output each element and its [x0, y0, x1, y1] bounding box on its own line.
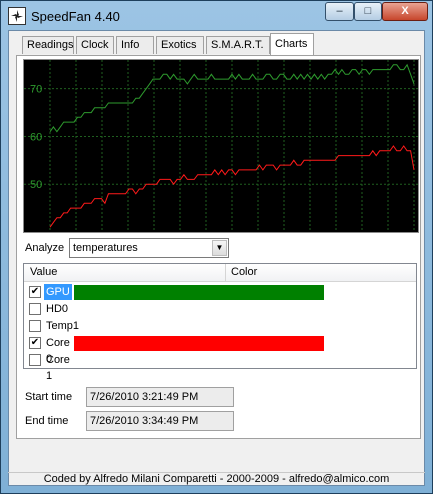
temperature-chart: 70 60 50	[23, 59, 419, 233]
core1-checkbox[interactable]	[29, 354, 41, 366]
core0-checkbox[interactable]: ✔	[29, 337, 41, 349]
close-button[interactable]: X	[382, 2, 428, 21]
tab-clock[interactable]: Clock	[76, 36, 114, 54]
list-header: Value Color	[24, 264, 416, 282]
list-item-label: Temp1	[44, 318, 81, 334]
core0-color-swatch[interactable]	[74, 336, 324, 351]
y-tick-label: 50	[30, 179, 42, 191]
tab-smart[interactable]: S.M.A.R.T.	[206, 36, 270, 54]
sensor-list[interactable]: Value Color ✔ GPU HD0 Temp1 ✔ Core 0 Cor…	[23, 263, 417, 369]
list-item-label: Core 0	[44, 335, 72, 351]
y-tick-label: 70	[30, 84, 42, 96]
series-line-core-0	[50, 146, 414, 227]
column-color-header[interactable]: Color	[231, 266, 257, 278]
tab-info[interactable]: Info	[116, 36, 154, 54]
tab-charts[interactable]: Charts	[270, 33, 314, 55]
chart-canvas: 70 60 50	[24, 60, 418, 232]
title-bar[interactable]: SpeedFan 4.40 – □ X	[1, 1, 432, 31]
list-item-label: HD0	[44, 301, 70, 317]
window-title: SpeedFan 4.40	[31, 9, 120, 24]
list-item-label: GPU	[44, 284, 72, 300]
end-time-field[interactable]: 7/26/2010 3:34:49 PM	[86, 411, 234, 431]
temp1-checkbox[interactable]	[29, 320, 41, 332]
analyze-selected-value: temperatures	[73, 242, 138, 254]
tab-readings[interactable]: Readings	[22, 36, 74, 54]
analyze-dropdown[interactable]: temperatures ▼	[69, 238, 229, 258]
start-time-field[interactable]: 7/26/2010 3:21:49 PM	[86, 387, 234, 407]
hd0-checkbox[interactable]	[29, 303, 41, 315]
minimize-button[interactable]: –	[325, 2, 354, 21]
tab-bar: Readings Clock Info Exotics S.M.A.R.T. C…	[22, 30, 422, 56]
tab-exotics[interactable]: Exotics	[156, 36, 204, 54]
end-time-label: End time	[25, 415, 68, 427]
analyze-label: Analyze	[25, 242, 64, 254]
maximize-button[interactable]: □	[354, 2, 382, 21]
column-value-header[interactable]: Value	[30, 266, 57, 278]
column-divider[interactable]	[225, 264, 226, 281]
chevron-down-icon[interactable]: ▼	[212, 240, 227, 256]
fan-icon[interactable]	[8, 7, 26, 25]
y-tick-label: 60	[30, 131, 42, 143]
status-bar: Coded by Alfredo Milani Comparetti - 200…	[8, 472, 425, 487]
gpu-color-swatch[interactable]	[74, 285, 324, 300]
start-time-label: Start time	[25, 391, 72, 403]
list-item-label: Core 1	[44, 352, 72, 368]
gpu-checkbox[interactable]: ✔	[29, 286, 41, 298]
